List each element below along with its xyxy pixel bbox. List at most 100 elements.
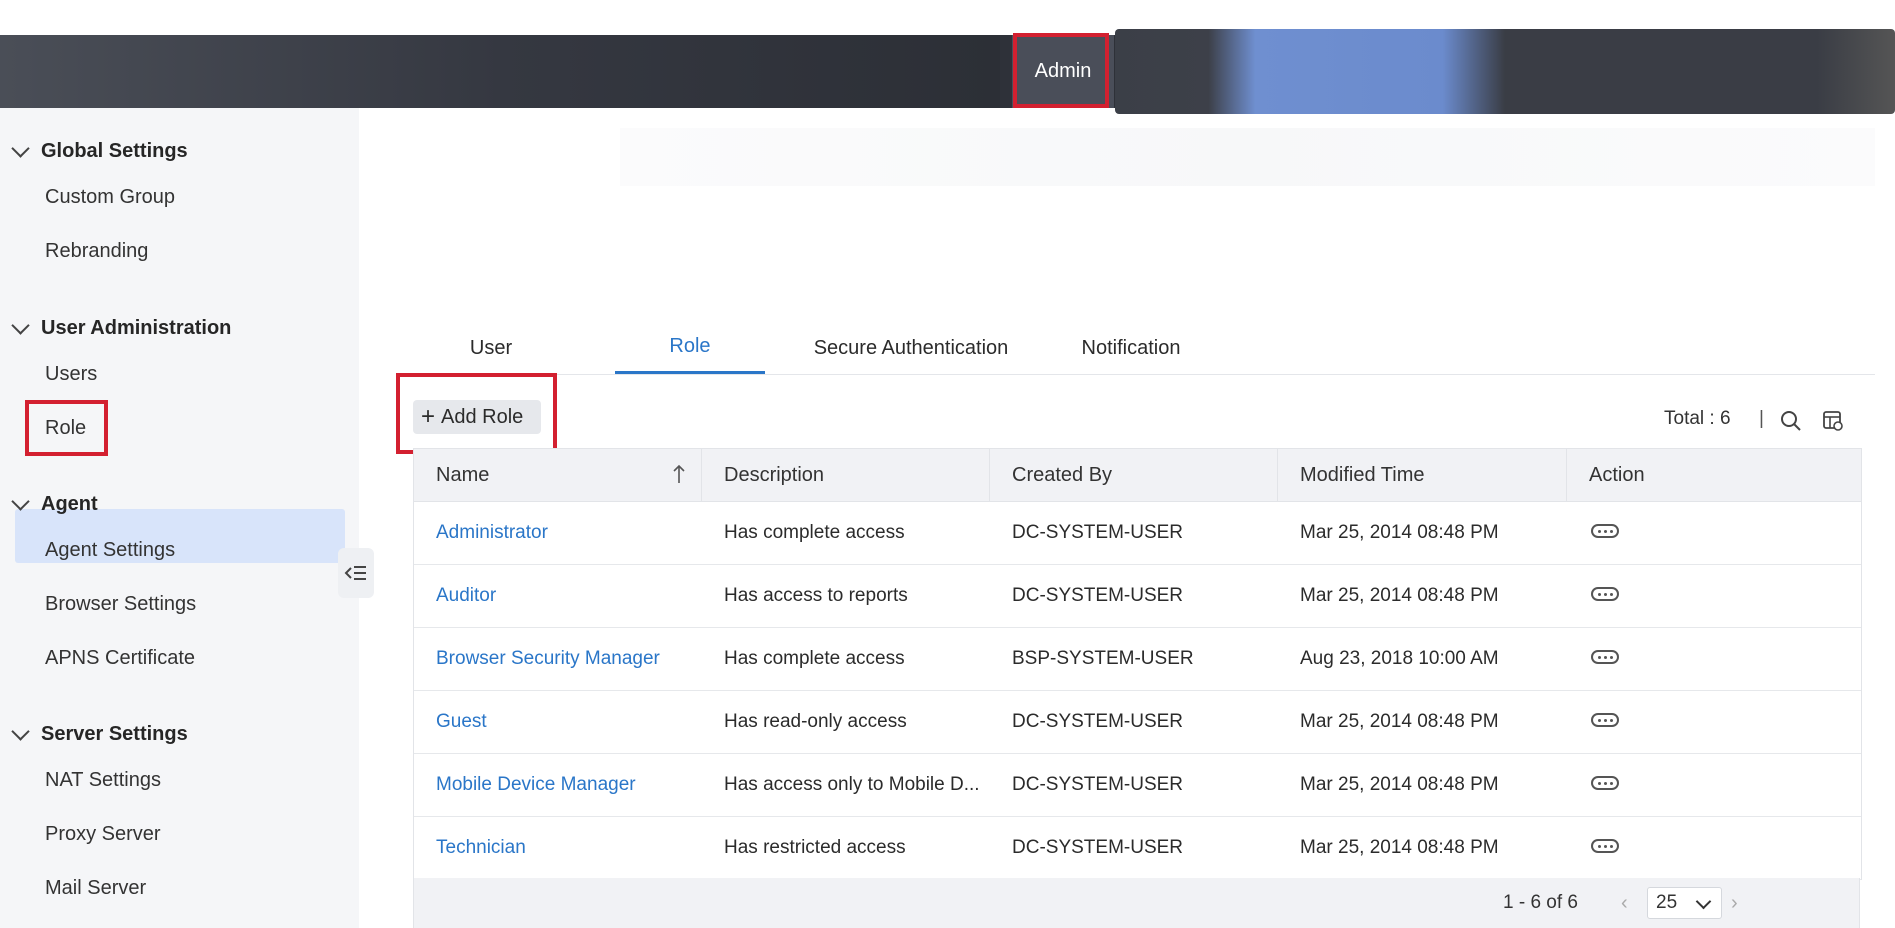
column-header-name[interactable]: Name [414, 449, 702, 501]
role-modified-time: Mar 25, 2014 08:48 PM [1300, 774, 1499, 795]
role-modified-time: Aug 23, 2018 10:00 AM [1300, 648, 1499, 669]
sort-ascending-icon[interactable] [671, 463, 687, 485]
top-header: Admin [0, 29, 1895, 114]
more-actions-icon[interactable] [1591, 524, 1619, 538]
role-name-link[interactable]: Guest [414, 691, 702, 753]
sidebar-item-nat-settings[interactable]: NAT Settings [45, 769, 161, 792]
sidebar-item-rebranding[interactable]: Rebranding [45, 240, 148, 263]
sidebar-item-proxy-server[interactable]: Proxy Server [45, 823, 161, 846]
sidebar-item-users[interactable]: Users [45, 363, 97, 386]
more-actions-icon[interactable] [1591, 776, 1619, 790]
chevron-down-icon [11, 722, 30, 741]
tab-user[interactable]: User [436, 322, 546, 374]
sidebar-section-global-settings[interactable]: Global Settings [11, 139, 188, 163]
role-name-link[interactable]: Browser Security Manager [414, 628, 702, 690]
role-modified-time: Mar 25, 2014 08:48 PM [1300, 837, 1499, 858]
role-description: Has complete access [724, 648, 905, 669]
more-actions-icon[interactable] [1591, 839, 1619, 853]
faded-banner-area [620, 128, 1875, 186]
sidebar: Global Settings Custom Group Rebranding … [0, 108, 359, 928]
more-actions-icon[interactable] [1591, 650, 1619, 664]
chevron-down-icon [1695, 893, 1712, 910]
admin-tab[interactable]: Admin [1012, 35, 1114, 108]
sidebar-section-title: Global Settings [41, 140, 188, 162]
role-action-cell [1567, 817, 1859, 879]
role-created-by: DC-SYSTEM-USER [1012, 522, 1184, 543]
role-name-link[interactable]: Administrator [414, 502, 702, 564]
add-role-label: Add Role [441, 405, 524, 428]
role-modified-time: Mar 25, 2014 08:48 PM [1300, 522, 1499, 543]
more-actions-icon[interactable] [1591, 713, 1619, 727]
role-created-by: DC-SYSTEM-USER [1012, 774, 1184, 795]
total-count: Total : 6 [1664, 408, 1731, 429]
role-description: Has access to reports [724, 585, 908, 606]
pagination-range: 1 - 6 of 6 [1503, 892, 1578, 913]
role-action-cell [1567, 754, 1859, 816]
role-action-cell [1567, 565, 1859, 627]
column-header-modified-time[interactable]: Modified Time [1278, 449, 1567, 501]
role-created-by: BSP-SYSTEM-USER [1012, 648, 1194, 669]
column-settings-icon[interactable] [1822, 410, 1844, 437]
sidebar-item-mail-server[interactable]: Mail Server [45, 877, 146, 900]
role-description: Has read-only access [724, 711, 907, 732]
roles-table: Name Description Created By Modified Tim… [413, 448, 1862, 880]
role-created-by: DC-SYSTEM-USER [1012, 585, 1184, 606]
sidebar-section-agent[interactable]: Agent [11, 492, 98, 516]
per-page-value: 25 [1656, 892, 1678, 913]
toolbar-separator: | [1759, 408, 1764, 429]
sidebar-section-title: Agent [41, 493, 98, 515]
role-created-by: DC-SYSTEM-USER [1012, 837, 1184, 858]
role-description: Has access only to Mobile D... [724, 774, 980, 795]
header-blurred-area-right [1115, 29, 1895, 114]
column-header-action: Action [1589, 463, 1645, 486]
tab-bar: User Role Secure Authentication Notifica… [396, 322, 1875, 375]
table-row: Mobile Device Manager Has access only to… [414, 754, 1861, 817]
role-modified-time: Mar 25, 2014 08:48 PM [1300, 585, 1499, 606]
collapse-menu-icon [344, 566, 366, 580]
next-page-button[interactable]: › [1731, 892, 1738, 915]
sidebar-item-custom-group[interactable]: Custom Group [45, 186, 175, 209]
role-action-cell [1567, 628, 1859, 690]
role-created-by: DC-SYSTEM-USER [1012, 711, 1184, 732]
chevron-down-icon [11, 316, 30, 335]
column-header-created-by[interactable]: Created By [990, 449, 1278, 501]
column-header-label: Name [436, 463, 490, 486]
role-name-link[interactable]: Auditor [414, 565, 702, 627]
table-row: Guest Has read-only access DC-SYSTEM-USE… [414, 691, 1861, 754]
sidebar-section-user-administration[interactable]: User Administration [11, 316, 232, 340]
tab-role[interactable]: Role [615, 322, 765, 374]
role-modified-time: Mar 25, 2014 08:48 PM [1300, 711, 1499, 732]
role-description: Has restricted access [724, 837, 906, 858]
role-name-link[interactable]: Technician [414, 817, 702, 879]
sidebar-section-title: Server Settings [41, 723, 188, 745]
table-row: Administrator Has complete access DC-SYS… [414, 502, 1861, 565]
chevron-down-icon [11, 492, 30, 511]
sidebar-section-server-settings[interactable]: Server Settings [11, 722, 188, 746]
table-row: Technician Has restricted access DC-SYST… [414, 817, 1861, 880]
tab-secure-authentication[interactable]: Secure Authentication [796, 322, 1026, 374]
role-action-cell [1567, 502, 1859, 564]
table-footer-pagination: 1 - 6 of 6 ‹ 25 › [413, 878, 1860, 928]
header-blurred-area [0, 35, 1000, 108]
search-icon[interactable] [1780, 410, 1802, 437]
column-header-description[interactable]: Description [702, 449, 990, 501]
role-description: Has complete access [724, 522, 905, 543]
role-action-cell [1567, 691, 1859, 753]
sidebar-item-role[interactable]: Role [45, 417, 86, 440]
more-actions-icon[interactable] [1591, 587, 1619, 601]
table-header: Name Description Created By Modified Tim… [414, 449, 1861, 502]
per-page-select[interactable]: 25 [1647, 887, 1722, 919]
sidebar-item-apns-certificate[interactable]: APNS Certificate [45, 647, 195, 670]
sidebar-item-agent-settings[interactable]: Agent Settings [45, 539, 175, 562]
sidebar-item-browser-settings[interactable]: Browser Settings [45, 593, 196, 616]
prev-page-button[interactable]: ‹ [1621, 892, 1628, 915]
tab-notification[interactable]: Notification [1066, 322, 1196, 374]
add-role-button[interactable]: + Add Role [413, 400, 541, 434]
collapse-sidebar-button[interactable] [338, 548, 374, 598]
plus-icon: + [421, 403, 436, 430]
table-row: Browser Security Manager Has complete ac… [414, 628, 1861, 691]
table-row: Auditor Has access to reports DC-SYSTEM-… [414, 565, 1861, 628]
role-name-link[interactable]: Mobile Device Manager [414, 754, 702, 816]
chevron-down-icon [11, 139, 30, 158]
sidebar-section-title: User Administration [41, 317, 232, 339]
